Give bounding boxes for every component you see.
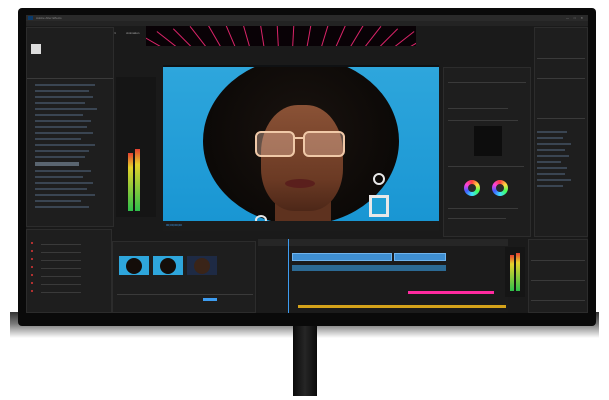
glasses-right-lens (303, 131, 345, 157)
project-item[interactable] (35, 188, 87, 190)
audio-meter-right (516, 253, 520, 291)
effect-item[interactable] (537, 185, 563, 187)
effect-item[interactable] (537, 173, 565, 175)
audio-meter-left (510, 255, 514, 291)
project-item[interactable] (35, 84, 95, 86)
menu-animation[interactable]: Animation (126, 31, 139, 35)
project-item[interactable] (35, 194, 95, 196)
subject-face (261, 105, 343, 211)
project-item[interactable] (35, 120, 91, 122)
effect-item[interactable] (537, 137, 563, 139)
audio-clip[interactable] (292, 265, 446, 271)
color-wheel-icon[interactable] (492, 180, 508, 196)
project-item[interactable] (35, 90, 89, 92)
project-item[interactable] (35, 144, 95, 146)
audio-meter-right (135, 149, 140, 211)
project-item[interactable] (35, 206, 89, 208)
video-clip[interactable] (292, 253, 392, 261)
timeline-bar-gold[interactable] (298, 305, 506, 308)
effect-item[interactable] (537, 149, 565, 151)
clip-thumbnail[interactable] (153, 256, 183, 275)
timeline-ruler[interactable] (258, 239, 508, 246)
audio-meter-left (128, 153, 133, 211)
app-icon (28, 16, 33, 20)
program-monitor-frame[interactable] (163, 67, 439, 221)
subject-lips (285, 179, 315, 188)
glasses-left-lens (255, 131, 295, 157)
earring-square (369, 195, 389, 217)
selected-property[interactable] (203, 298, 217, 301)
effect-item[interactable] (537, 179, 571, 181)
project-panel (26, 27, 114, 227)
project-item[interactable] (35, 170, 91, 172)
effect-item[interactable] (537, 167, 567, 169)
earring-ring (373, 173, 385, 185)
window-controls[interactable]: — □ ✕ (566, 16, 585, 20)
media-bin (112, 241, 256, 313)
project-item[interactable] (35, 156, 85, 158)
project-item-selected[interactable] (35, 162, 79, 166)
project-item[interactable] (35, 150, 89, 152)
effect-item[interactable] (537, 161, 561, 163)
right-timeline-panel (528, 239, 588, 313)
project-item[interactable] (35, 132, 93, 134)
project-item[interactable] (35, 200, 81, 202)
monitor-stand-neck (293, 322, 317, 396)
project-item[interactable] (35, 126, 87, 128)
timeline-panel (258, 239, 508, 313)
neon-preview-strip (146, 26, 416, 46)
effect-item[interactable] (537, 131, 567, 133)
project-item[interactable] (35, 182, 93, 184)
layer-panel (26, 229, 112, 313)
window-title: Adobe After Effects (36, 16, 62, 20)
timecode[interactable]: 00;00;00;00 (166, 223, 182, 227)
layer-color-labels (31, 242, 33, 298)
clip-thumbnail[interactable] (187, 256, 217, 275)
project-item[interactable] (35, 138, 81, 140)
clip-thumbnail[interactable] (119, 256, 149, 275)
effect-item[interactable] (537, 155, 569, 157)
app-screen: Adobe After Effects — □ ✕ File Edit Comp… (26, 15, 588, 313)
timeline-audio-meters (505, 247, 525, 297)
project-item[interactable] (35, 102, 85, 104)
lumetri-color-panel (443, 67, 531, 237)
scope-preview (474, 126, 502, 156)
project-item[interactable] (35, 108, 97, 110)
program-monitor-controls: 00;00;00;00 (163, 221, 439, 231)
video-clip[interactable] (394, 253, 446, 261)
audio-meters-panel (116, 77, 156, 217)
project-item[interactable] (35, 114, 83, 116)
project-item[interactable] (35, 96, 93, 98)
playhead-icon[interactable] (288, 239, 289, 313)
timeline-bar-pink[interactable] (408, 291, 494, 294)
project-item[interactable] (35, 176, 83, 178)
glasses-bridge (294, 137, 304, 139)
project-thumbnail (31, 44, 41, 54)
effect-item[interactable] (537, 143, 571, 145)
color-wheel-icon[interactable] (464, 180, 480, 196)
